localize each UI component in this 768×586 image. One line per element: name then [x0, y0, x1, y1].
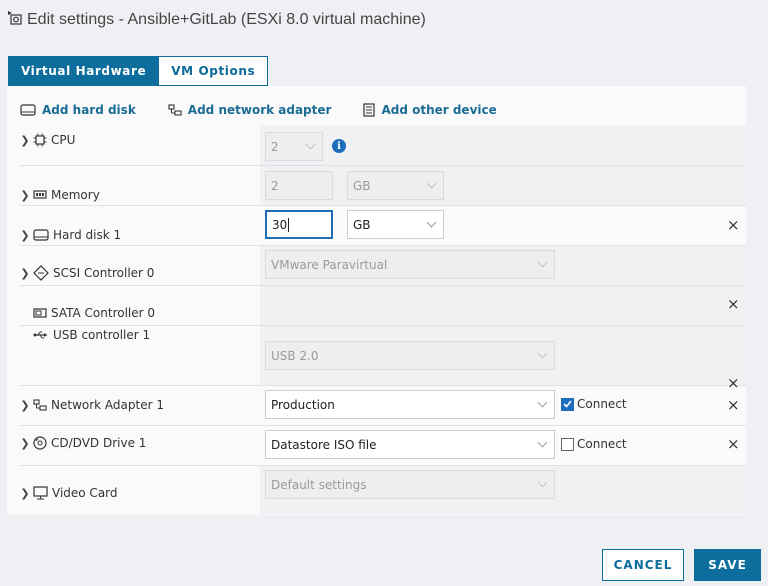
chevron-right-icon[interactable]: ❯: [19, 229, 31, 242]
save-button[interactable]: SAVE: [694, 549, 761, 581]
sata-label: SATA Controller 0: [51, 306, 156, 320]
chevron-down-icon: [537, 397, 548, 408]
add-network-adapter-button[interactable]: Add network adapter: [168, 103, 332, 117]
remove-sata-close-icon[interactable]: ×: [727, 297, 740, 312]
chevron-right-icon[interactable]: ❯: [19, 437, 31, 450]
device-row-cpu: ❯ CPU: [19, 126, 746, 166]
chevron-right-icon[interactable]: ❯: [19, 487, 31, 500]
hard-disk-size-value: 30: [272, 217, 288, 232]
hard-disk-size-input[interactable]: 30: [265, 210, 333, 239]
network-connect-label: Connect: [577, 397, 627, 411]
monitor-icon: [33, 486, 48, 500]
remove-usb-close-icon[interactable]: ×: [727, 376, 740, 391]
add-other-device-button[interactable]: Add other device: [363, 103, 497, 117]
scsi-label: SCSI Controller 0: [53, 266, 155, 280]
edit-vm-icon: [7, 10, 23, 30]
cdrom-value: Datastore ISO file: [271, 437, 377, 452]
cpu-row-label[interactable]: ❯ CPU: [19, 133, 75, 147]
sata-controller-icon: [33, 308, 47, 318]
cpu-count-select[interactable]: 2: [265, 132, 323, 161]
chevron-right-icon[interactable]: ❯: [19, 399, 31, 412]
memory-size-value: 2: [271, 178, 279, 193]
usb-type-value: USB 2.0: [271, 348, 319, 363]
memory-label: Memory: [51, 188, 100, 202]
cdrom-row-label[interactable]: ❯ CD/DVD Drive 1: [19, 436, 146, 450]
cpu-label: CPU: [51, 133, 76, 147]
network-select[interactable]: Production: [265, 390, 555, 419]
cpu-count-value: 2: [271, 139, 279, 154]
tab-virtual-hardware[interactable]: Virtual Hardware: [8, 56, 160, 86]
tab-bar: Virtual Hardware VM Options: [8, 56, 269, 86]
dialog-title-bar: Edit settings - Ansible+GitLab (ESXi 8.0…: [7, 8, 426, 32]
add-network-adapter-label: Add network adapter: [187, 103, 332, 117]
memory-unit-value: GB: [353, 178, 371, 193]
chevron-down-icon: [305, 139, 316, 150]
scsi-row-label[interactable]: ❯ SCSI Controller 0: [19, 265, 154, 281]
tab-vm-options[interactable]: VM Options: [159, 56, 269, 86]
hard-disk-unit-value: GB: [353, 217, 371, 232]
scsi-type-value: VMware Paravirtual: [271, 257, 388, 272]
add-hard-disk-button[interactable]: Add hard disk: [20, 103, 136, 117]
network-value: Production: [271, 397, 335, 412]
device-row-sata: SATA Controller 0: [19, 286, 746, 326]
sata-row-label: SATA Controller 0: [19, 306, 155, 320]
chevron-down-icon: [537, 257, 548, 268]
add-other-device-label: Add other device: [381, 103, 497, 117]
memory-icon: [33, 190, 47, 200]
network-adapter-icon: [33, 399, 47, 411]
add-device-toolbar: Add hard disk Add network adapter Add ot…: [20, 100, 529, 120]
chevron-down-icon: [426, 178, 437, 189]
cpu-icon: [33, 133, 47, 147]
chevron-down-icon: [537, 348, 548, 359]
video-row-label[interactable]: ❯ Video Card: [19, 486, 118, 500]
memory-row-label[interactable]: ❯ Memory: [19, 188, 100, 202]
cdrom-connect-label: Connect: [577, 437, 627, 451]
chevron-down-icon: [537, 437, 548, 448]
network-row-label[interactable]: ❯ Network Adapter 1: [19, 398, 164, 412]
dialog-title: Edit settings - Ansible+GitLab (ESXi 8.0…: [27, 11, 426, 28]
info-icon[interactable]: i: [332, 139, 346, 153]
hard-disk-unit-select[interactable]: GB: [347, 210, 444, 239]
remove-cdrom-close-icon[interactable]: ×: [727, 437, 740, 452]
video-label: Video Card: [52, 486, 118, 500]
hard-disk-icon: [33, 229, 49, 241]
cd-dvd-icon: [33, 436, 47, 450]
chevron-down-icon: [537, 477, 548, 488]
other-device-icon: [363, 103, 376, 117]
cdrom-label: CD/DVD Drive 1: [51, 436, 147, 450]
network-adapter-icon: [168, 104, 182, 116]
scsi-type-select[interactable]: VMware Paravirtual: [265, 250, 555, 279]
chevron-down-icon: [426, 217, 437, 228]
video-settings-select[interactable]: Default settings: [265, 470, 555, 499]
cdrom-select[interactable]: Datastore ISO file: [265, 430, 555, 459]
hard-disk-icon: [20, 104, 36, 116]
checkbox-empty-icon[interactable]: [561, 437, 574, 451]
usb-label: USB controller 1: [53, 328, 151, 342]
usb-type-select[interactable]: USB 2.0: [265, 341, 555, 370]
chevron-right-icon[interactable]: ❯: [19, 134, 31, 147]
memory-unit-select[interactable]: GB: [347, 171, 444, 200]
remove-network-close-icon[interactable]: ×: [727, 398, 740, 413]
text-cursor: [288, 217, 290, 232]
network-connect-checkbox[interactable]: Connect: [561, 397, 627, 411]
network-label: Network Adapter 1: [51, 398, 164, 412]
hard-disk-row-label[interactable]: ❯ Hard disk 1: [19, 228, 121, 242]
checkmark-icon[interactable]: [561, 397, 574, 411]
scsi-controller-icon: [33, 265, 49, 281]
video-settings-value: Default settings: [271, 477, 367, 492]
cancel-button[interactable]: CANCEL: [602, 549, 684, 581]
usb-row-label: USB controller 1: [19, 328, 150, 342]
cdrom-connect-checkbox[interactable]: Connect: [561, 437, 627, 451]
remove-hard-disk-close-icon[interactable]: ×: [727, 218, 740, 233]
add-hard-disk-label: Add hard disk: [42, 103, 136, 117]
chevron-right-icon[interactable]: ❯: [19, 267, 31, 280]
chevron-right-icon[interactable]: ❯: [19, 189, 31, 202]
hard-disk-label: Hard disk 1: [53, 228, 122, 242]
memory-size-input[interactable]: 2: [265, 171, 333, 200]
usb-icon: [33, 330, 49, 340]
